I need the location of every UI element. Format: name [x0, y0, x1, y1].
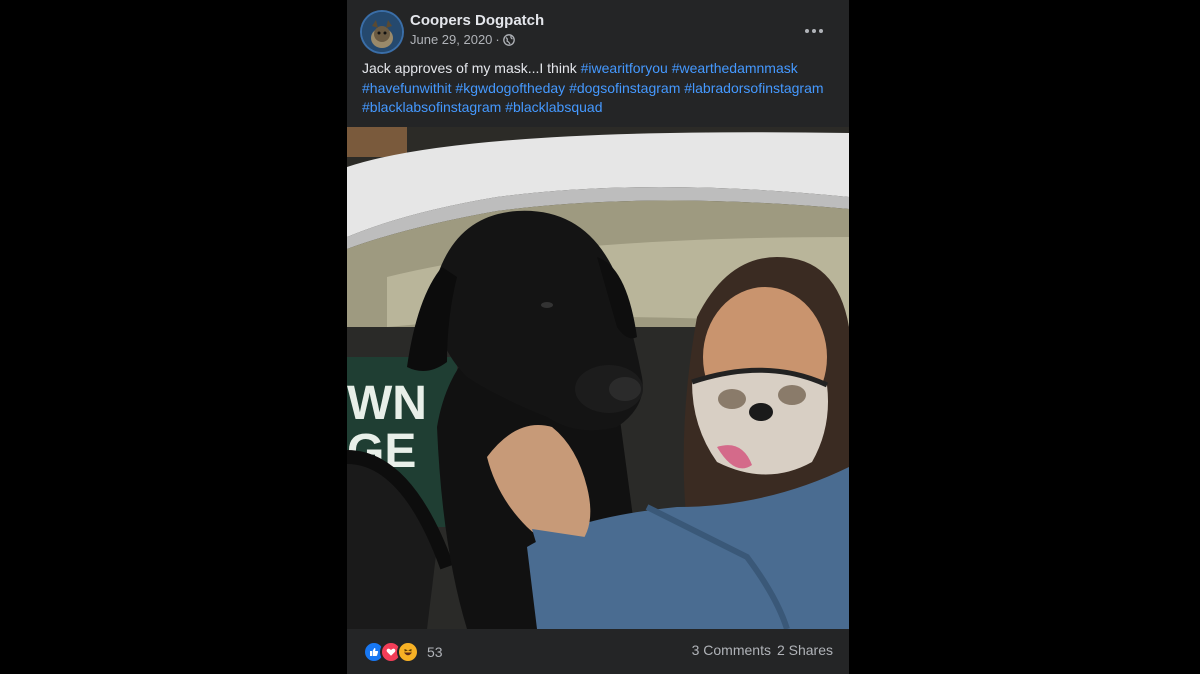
hashtag-link[interactable]: #blacklabsofinstagram — [362, 99, 501, 115]
post-photo[interactable]: WN GE adi — [347, 127, 849, 629]
post-date[interactable]: June 29, 2020 — [410, 32, 492, 47]
hashtag-link[interactable]: #havefunwithit — [362, 80, 452, 96]
post-stats: 3 Comments 2 Shares — [692, 642, 833, 658]
hashtag-link[interactable]: #iwearitforyou — [581, 60, 668, 76]
post-caption: Jack approves of my mask...I think #iwea… — [362, 59, 842, 118]
shares-count[interactable]: 2 Shares — [777, 642, 833, 658]
hashtag-link[interactable]: #dogsofinstagram — [569, 80, 680, 96]
page-name[interactable]: Coopers Dogpatch — [410, 12, 544, 29]
reaction-summary[interactable]: 53 — [363, 641, 443, 663]
post-card: Coopers Dogpatch June 29, 2020 · Jack ap… — [347, 0, 849, 674]
comments-count[interactable]: 3 Comments — [692, 642, 771, 658]
reaction-count[interactable]: 53 — [427, 644, 443, 660]
hashtag-link[interactable]: #labradorsofinstagram — [684, 80, 823, 96]
post-footer: 53 3 Comments 2 Shares — [347, 629, 849, 674]
post-header: Coopers Dogpatch June 29, 2020 · — [347, 0, 849, 60]
meta-separator: · — [495, 32, 500, 47]
haha-icon — [397, 641, 419, 663]
hashtag-link[interactable]: #kgwdogoftheday — [455, 80, 565, 96]
page-avatar[interactable] — [362, 12, 402, 52]
hashtag-link[interactable]: #blacklabsquad — [505, 99, 602, 115]
photo-sign-line-1: WN — [347, 377, 427, 430]
more-options-icon[interactable] — [797, 14, 831, 48]
hashtag-link[interactable]: #wearthedamnmask — [672, 60, 798, 76]
globe-icon — [502, 33, 515, 46]
post-meta: June 29, 2020 · — [410, 32, 515, 47]
caption-text: Jack approves of my mask...I think — [362, 60, 581, 76]
